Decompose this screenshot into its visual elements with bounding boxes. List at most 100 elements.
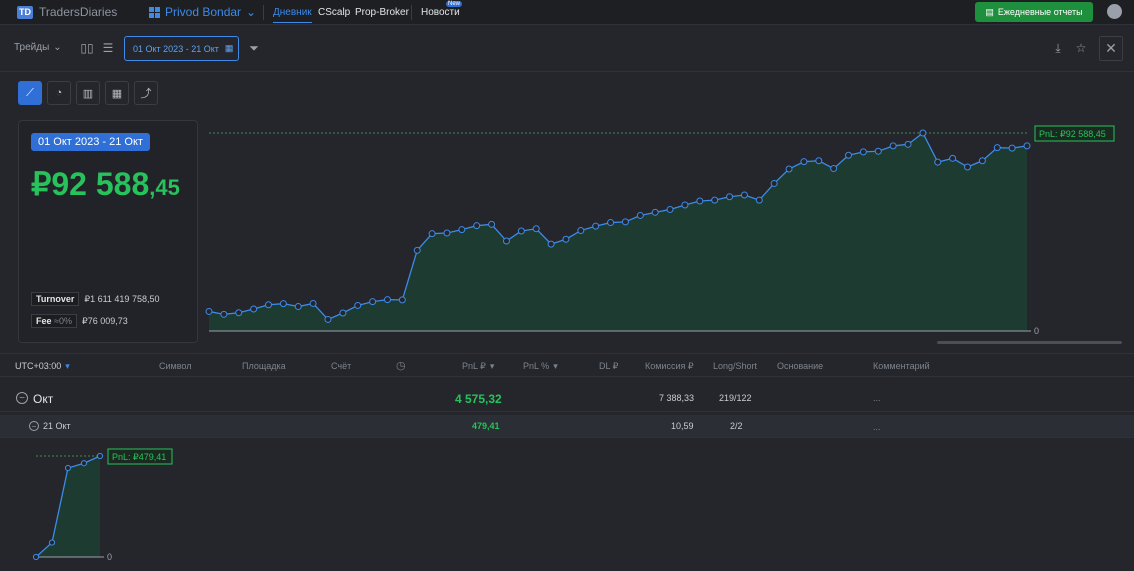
logo-mark: TD (17, 5, 33, 19)
table-row-day[interactable]: − 21 Окт 479,41 10,59 2/2 ... (0, 415, 1134, 438)
pnl-data-point (294, 303, 302, 311)
pnl-data-point (473, 222, 481, 230)
clock-icon[interactable]: ◷ (396, 359, 406, 372)
nav-prop-broker[interactable]: Prop-Broker (355, 7, 409, 18)
pnl-data-point (726, 193, 734, 201)
pnl-data-point (428, 230, 436, 238)
pnl-data-point (32, 553, 40, 561)
collapse-icon[interactable]: − (29, 421, 39, 431)
pnl-data-point (1023, 142, 1031, 150)
pnl-data-point (666, 205, 674, 213)
col-long-short[interactable]: Long/Short (713, 361, 757, 371)
summary-card: 01 Окт 2023 - 21 Окт ₽92 588,45 Turnover… (18, 120, 198, 343)
col-basis[interactable]: Основание (777, 361, 823, 371)
logo-text: TradersDiaries (39, 5, 118, 19)
pnl-data-point (815, 157, 823, 165)
pnl-data-point (621, 218, 629, 226)
calendar-icon: ▦ (224, 43, 234, 53)
caret-down-icon: ▾ (553, 361, 558, 371)
fee-tag: Fee ≈0% (31, 314, 77, 328)
col-symbol[interactable]: Символ (159, 361, 191, 371)
pnl-data-point (770, 179, 778, 187)
zero-tick-label: 0 (1034, 326, 1039, 336)
pnl-data-point (711, 196, 719, 204)
pnl-data-point (309, 299, 317, 307)
chevron-down-icon: ⌄ (53, 42, 62, 53)
table-header: UTC+03:00 ▾ Символ Площадка Счёт ◷ PnL ₽… (0, 353, 1134, 377)
grid-icon (149, 6, 160, 18)
pnl-data-point (800, 158, 808, 166)
pnl-data-point (220, 310, 228, 318)
pnl-chart: 0 PnL: ₽92 588,45 (205, 125, 1115, 336)
line-chart-view-button[interactable]: ⟋ (18, 81, 42, 105)
account-selector[interactable]: Privod Bondar ⌄ (149, 5, 256, 19)
pnl-data-point (369, 298, 377, 306)
col-account[interactable]: Счёт (331, 361, 351, 371)
trend-view-button[interactable]: ⤴ (134, 81, 158, 105)
star-icon[interactable]: ☆ (1070, 37, 1092, 59)
pnl-data-point (889, 142, 897, 150)
report-icon: ▤ (985, 6, 994, 17)
col-dl[interactable]: DL ₽ (599, 361, 618, 372)
caret-down-icon: ▾ (65, 361, 70, 371)
rows-icon[interactable]: ☰ (97, 37, 119, 59)
date-range-picker[interactable]: 01 Окт 2023 - 21 Окт ▦ (124, 36, 239, 61)
col-pnl[interactable]: PnL ₽ ▾ (462, 361, 494, 372)
collapse-icon[interactable]: − (16, 392, 28, 404)
columns-icon[interactable]: ▯▯ (76, 37, 98, 59)
download-icon[interactable]: ⤓ (1047, 37, 1069, 59)
calendar-view-button[interactable]: ▦ (105, 81, 129, 105)
filter-icon[interactable]: ⏷ (243, 37, 265, 59)
pie-chart-icon: ◔ (55, 87, 63, 99)
pnl-data-point (205, 307, 213, 315)
fee-value: ₽76 009,73 (81, 315, 128, 326)
day-comment: ... (873, 422, 881, 432)
chart-scrollbar[interactable] (937, 341, 1122, 344)
pie-chart-view-button[interactable]: ◔ (47, 81, 71, 105)
pnl-data-point (934, 158, 942, 166)
pnl-data-point (740, 191, 748, 199)
total-pnl-cents: ,45 (149, 175, 180, 200)
col-commission[interactable]: Комиссия ₽ (645, 361, 694, 372)
day-label: 21 Окт (43, 421, 71, 431)
trades-dropdown[interactable]: Трейды ⌄ (14, 42, 62, 53)
caret-down-icon: ▾ (489, 361, 495, 371)
daily-reports-button[interactable]: ▤ Ежедневные отчеты (975, 2, 1093, 22)
pnl-data-point (339, 309, 347, 317)
col-comment[interactable]: Комментарий (873, 361, 930, 371)
month-pnl: 4 575,32 (455, 392, 502, 406)
bar-chart-view-button[interactable]: ▥ (76, 81, 100, 105)
pnl-end-label: PnL: ₽92 588,45 (1039, 129, 1106, 139)
col-pnl-percent[interactable]: PnL % ▾ (523, 361, 558, 372)
col-venue[interactable]: Площадка (242, 361, 286, 371)
pnl-data-point (264, 301, 272, 309)
pnl-data-point (64, 464, 72, 472)
nav-journal[interactable]: Дневник (273, 7, 312, 23)
pnl-data-point (636, 211, 644, 219)
pnl-data-point (919, 129, 927, 137)
divider (411, 5, 412, 20)
timezone-selector[interactable]: UTC+03:00 ▾ (15, 361, 70, 372)
close-icon[interactable]: ✕ (1099, 36, 1123, 61)
fee-stat: Fee ≈0% ₽76 009,73 (31, 313, 128, 329)
total-pnl-main: ₽92 588 (31, 166, 150, 202)
pnl-data-point (398, 296, 406, 304)
nav-cscalp[interactable]: CScalp (318, 7, 350, 18)
nav-news[interactable]: Новости (421, 7, 460, 18)
pnl-data-point (681, 201, 689, 209)
app-logo[interactable]: TD TradersDiaries (17, 5, 117, 19)
turnover-value: ₽1 611 419 758,50 (84, 293, 160, 304)
turnover-stat: Turnover ₽1 611 419 758,50 (31, 291, 159, 307)
pnl-data-point (859, 148, 867, 156)
day-pnl-chart: 0 PnL: ₽479,41 (32, 448, 173, 562)
user-icon[interactable] (1107, 4, 1122, 19)
pnl-data-point (443, 229, 451, 237)
pnl-data-point (562, 235, 570, 243)
pnl-data-point (517, 227, 525, 235)
line-chart-icon: ⟋ (26, 86, 34, 99)
day-commission: 10,59 (671, 421, 694, 431)
pnl-data-point (250, 305, 258, 313)
table-row-month[interactable]: − Окт 4 575,32 7 388,33 219/122 ... (0, 386, 1134, 412)
pnl-area-fill (36, 456, 100, 557)
day-long-short: 2/2 (730, 421, 743, 431)
